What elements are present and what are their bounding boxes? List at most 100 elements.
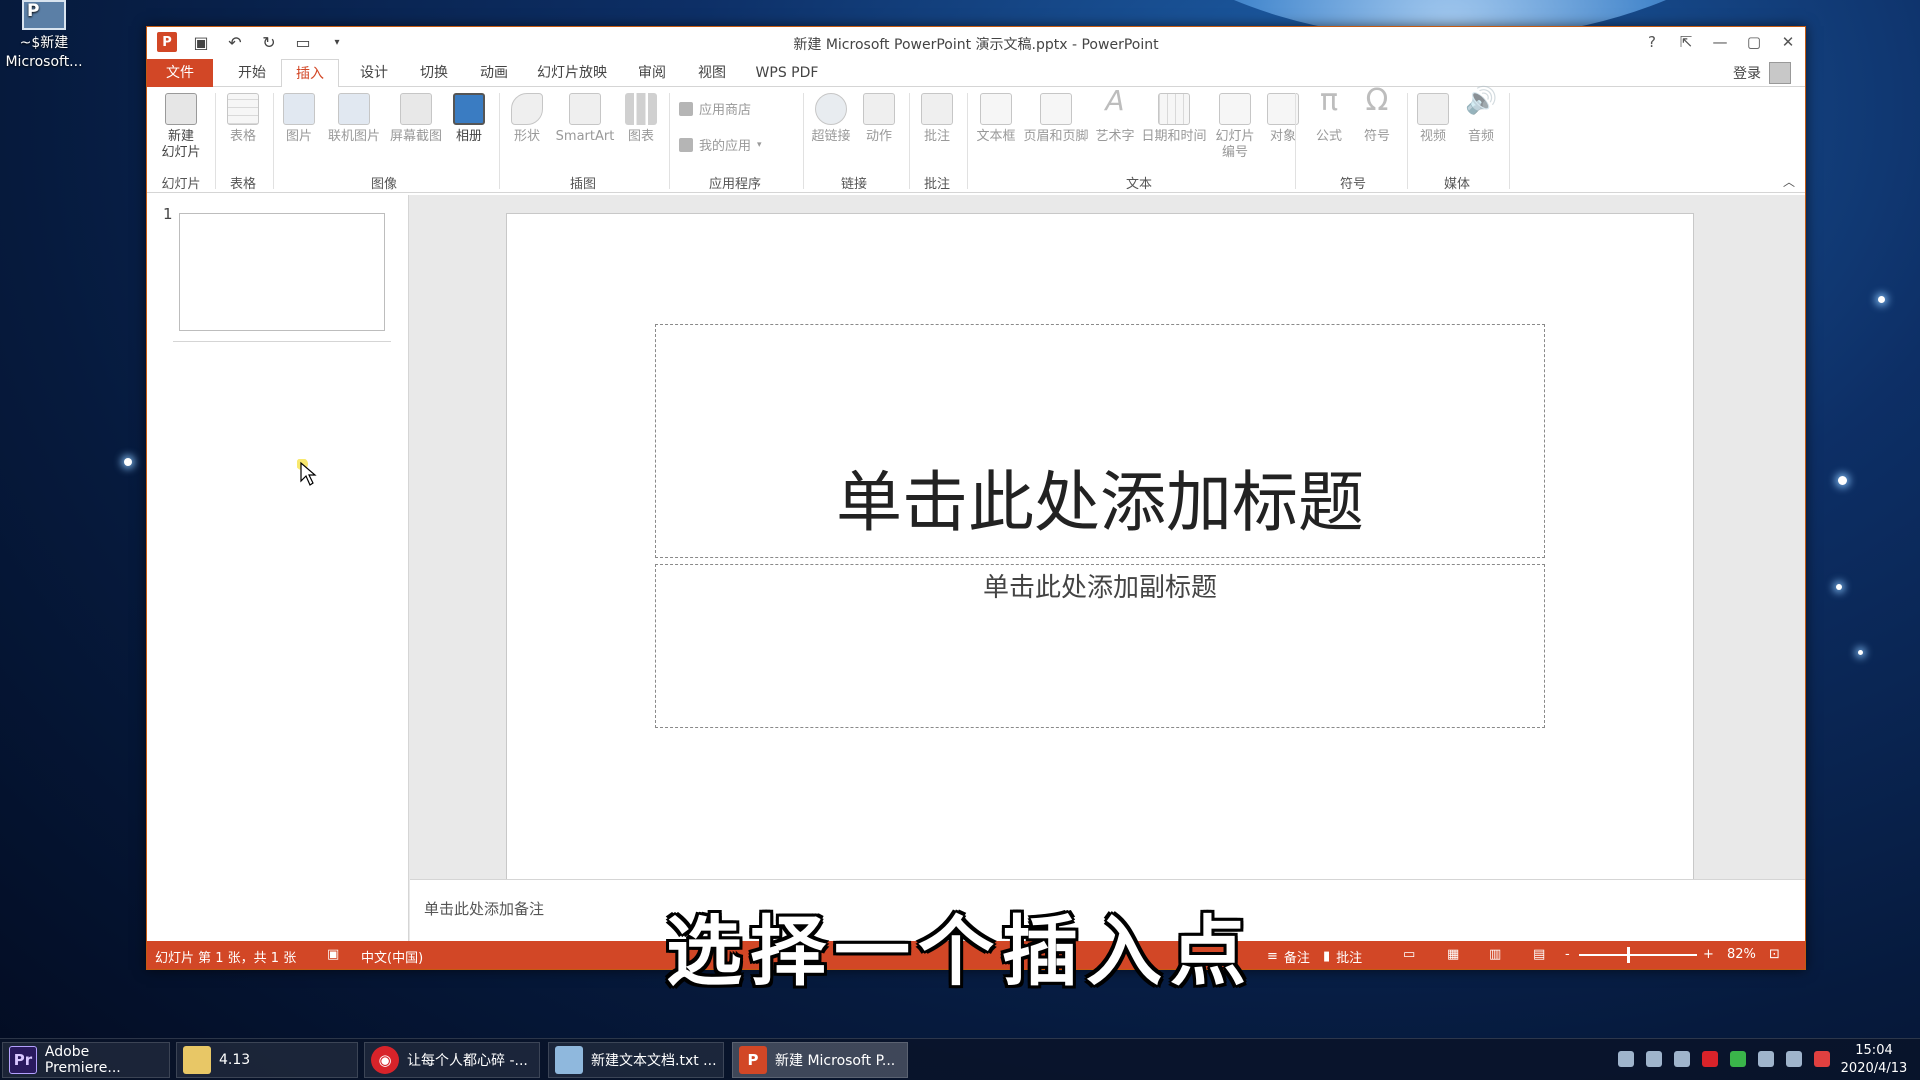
table-button[interactable]: 表格 [219,93,267,145]
hyperlink-button[interactable]: 超链接 [807,93,855,145]
object-button[interactable]: 对象 [1261,93,1305,145]
smartart-button[interactable]: SmartArt [553,93,617,145]
desktop-icon-label-line1: ~$新建 [19,35,69,51]
desktop-icon-label-line2: Microsoft... [5,54,83,70]
action-label: 动作 [865,129,892,144]
screenshot-button[interactable]: 屏幕截图 [387,93,445,145]
slide-thumbnails-pane[interactable]: 1 [147,195,409,941]
textbox-button[interactable]: 文本框 [973,93,1019,145]
album-button[interactable]: 相册 [447,93,491,145]
shapes-button[interactable]: 形状 [505,93,549,145]
slide-number-button[interactable]: 幻灯片 编号 [1211,93,1259,161]
tab-view[interactable]: 视图 [687,59,737,87]
wordart-icon: A [1105,84,1125,117]
input-method-icon[interactable] [1814,1051,1830,1067]
wordart-button[interactable]: A 艺术字 [1093,84,1137,145]
tab-transitions[interactable]: 切换 [409,59,459,87]
taskbar-item-powerpoint[interactable]: P 新建 Microsoft P... [732,1042,908,1078]
security-tray-icon[interactable] [1730,1051,1746,1067]
ribbon-display-options-icon[interactable]: ⇱ [1675,31,1697,53]
subtitle-placeholder[interactable]: 单击此处添加副标题 [655,564,1545,728]
picture-button[interactable]: 图片 [277,93,321,145]
video-button[interactable]: 视频 [1411,93,1455,145]
maximize-button[interactable]: ▢ [1743,31,1765,53]
online-picture-icon [338,93,370,125]
app-store-button[interactable]: 应用商店 [679,99,751,118]
avatar[interactable] [1769,62,1791,84]
taskbar-item-folder[interactable]: 4.13 [176,1042,358,1078]
my-apps-button[interactable]: 我的应用 ▾ [679,135,762,154]
slide-canvas[interactable]: 单击此处添加标题 单击此处添加副标题 [506,213,1694,881]
group-label-slides: 幻灯片 [161,177,201,192]
taskbar-item-premiere[interactable]: Pr Adobe Premiere... [2,1042,170,1078]
header-footer-button[interactable]: 页眉和页脚 [1021,93,1091,145]
star-action-icon [863,93,895,125]
clock-date: 2020/4/13 [1840,1061,1908,1076]
collapse-ribbon-icon[interactable]: ︿ [1783,173,1795,190]
equation-button[interactable]: π 公式 [1307,86,1351,145]
thumbnail-insert-separator [173,341,391,342]
minimize-button[interactable]: — [1709,31,1731,53]
netease-tray-icon[interactable] [1702,1051,1718,1067]
slide-number-label-1: 幻灯片 [1215,129,1255,144]
tab-slideshow[interactable]: 幻灯片放映 [527,59,617,87]
chart-button[interactable]: 图表 [621,93,661,145]
thumbnail-number: 1 [163,205,173,223]
textbox-label: 文本框 [976,129,1016,144]
camera-tray-icon[interactable] [1674,1051,1690,1067]
premiere-icon: Pr [9,1046,37,1074]
folder-icon [183,1046,211,1074]
group-separator [669,93,670,189]
header-footer-icon [1040,93,1072,125]
close-button[interactable]: ✕ [1777,31,1799,53]
tab-animations[interactable]: 动画 [469,59,519,87]
comment-icon [921,93,953,125]
taskbar-item-music[interactable]: ◉ 让每个人都心碎 -... [364,1042,540,1078]
comment-label: 批注 [923,129,950,144]
symbol-button[interactable]: Ω 符号 [1355,86,1399,145]
slide-number-label-2: 编号 [1221,145,1248,160]
group-separator [803,93,804,189]
taskbar-item-notepad[interactable]: 新建文本文档.txt ... [548,1042,724,1078]
picture-icon [283,93,315,125]
taskbar-clock[interactable]: 15:04 2020/4/13 [1836,1042,1912,1078]
speaker-icon: 🔊 [1465,86,1498,116]
tab-home[interactable]: 开始 [227,59,277,87]
desktop-icon-ppt-temp[interactable]: P ~$新建 Microsoft... [2,0,86,72]
table-icon [227,93,259,125]
comment-button[interactable]: 批注 [915,93,959,145]
volume-icon[interactable] [1758,1051,1774,1067]
online-picture-button[interactable]: 联机图片 [325,93,383,145]
keyboard-icon[interactable] [1618,1051,1634,1067]
powerpoint-file-icon: P [22,0,66,30]
equation-label: 公式 [1315,129,1342,144]
star [1858,650,1863,655]
network-icon[interactable] [1786,1051,1802,1067]
group-label-tables: 表格 [229,177,256,192]
tab-file[interactable]: 文件 [147,59,213,87]
slide-editor[interactable]: 单击此处添加标题 单击此处添加副标题 [410,195,1805,881]
title-placeholder[interactable]: 单击此处添加标题 [655,324,1545,558]
tab-wps-pdf[interactable]: WPS PDF [747,59,827,87]
tab-design[interactable]: 设计 [349,59,399,87]
group-separator [1295,93,1296,189]
help-button[interactable]: ? [1641,31,1663,53]
tab-review[interactable]: 审阅 [627,59,677,87]
new-slide-icon [165,93,197,125]
login-link[interactable]: 登录 [1733,63,1761,83]
video-caption: 选择一个插入点 [666,907,1254,996]
new-slide-label-2: 幻灯片 [161,145,201,160]
login-area[interactable]: 登录 [1733,62,1791,84]
smartart-icon [569,93,601,125]
datetime-button[interactable]: 日期和时间 [1139,93,1209,145]
audio-button[interactable]: 🔊 音频 [1459,86,1503,145]
new-slide-button[interactable]: 新建 幻灯片 [153,93,209,161]
slide-thumbnail[interactable] [179,213,385,331]
title-bar: P ▣ ↶ ↻ ▭ ▾ 新建 Microsoft PowerPoint 演示文稿… [147,27,1805,59]
tab-insert[interactable]: 插入 [281,59,339,88]
ribbon-insert: 新建 幻灯片 幻灯片 表格 表格 图片 联机图片 屏幕截图 相册 图像 形状 S… [147,84,1805,193]
action-button[interactable]: 动作 [857,93,901,145]
tray-app-icon[interactable] [1646,1051,1662,1067]
taskbar: Pr Adobe Premiere... 4.13 ◉ 让每个人都心碎 -...… [0,1038,1920,1080]
wordart-label: 艺术字 [1095,129,1135,144]
